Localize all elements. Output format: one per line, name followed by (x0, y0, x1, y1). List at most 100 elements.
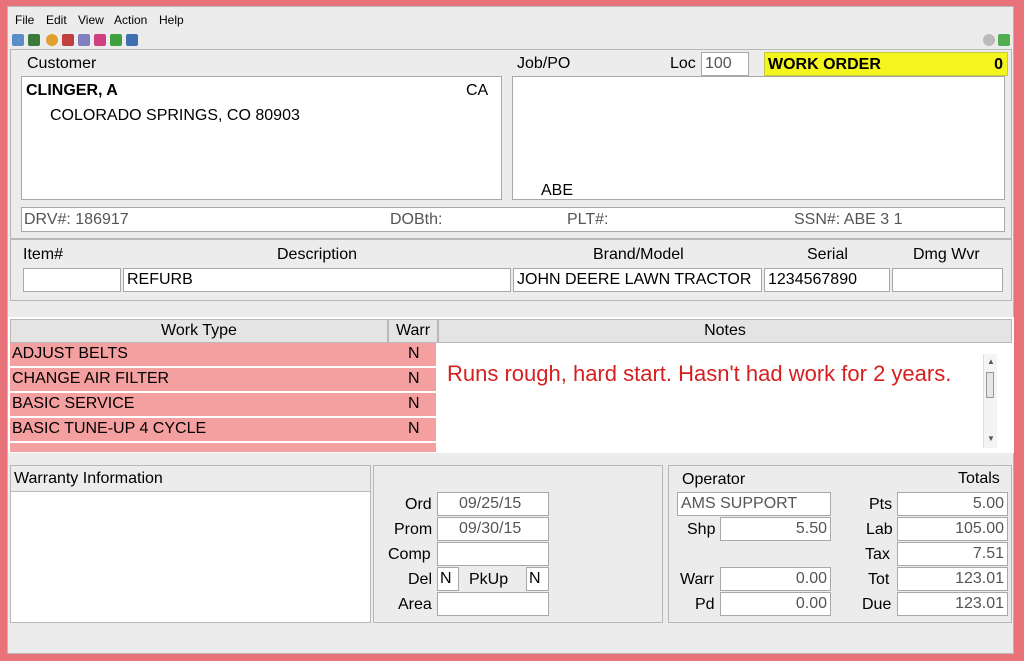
warr-label: Warr (680, 571, 715, 588)
work-type-row[interactable]: ADJUST BELTS N (10, 343, 436, 367)
work-type-row[interactable]: BASIC SERVICE N (10, 393, 436, 417)
scroll-down-icon[interactable]: ▼ (987, 434, 995, 443)
work-order-window: File Edit View Action Help Customer Job/… (7, 6, 1014, 654)
del-label: Del (408, 571, 433, 588)
work-type-name: CHANGE AIR FILTER (12, 370, 170, 387)
work-order-banner: WORK ORDER 0 (764, 52, 1008, 76)
stamp-icon[interactable] (94, 34, 106, 46)
gift-icon[interactable] (110, 34, 122, 46)
lab-label: Lab (866, 521, 893, 538)
pkup-label: PkUp (469, 571, 509, 588)
ord-label: Ord (405, 496, 432, 513)
comp-date-field[interactable] (437, 542, 549, 566)
work-type-name: ADJUST BELTS (12, 345, 128, 362)
chart-icon[interactable] (126, 34, 138, 46)
item-number-header: Item# (23, 246, 64, 263)
export-icon[interactable] (28, 34, 40, 46)
totals-panel: Operator Totals AMS SUPPORT Shp 5.50 War… (668, 465, 1012, 623)
dob-field: DOBth: (390, 211, 443, 228)
job-po-box[interactable]: ABE (512, 76, 1005, 200)
operator-field[interactable]: AMS SUPPORT (677, 492, 831, 516)
toolbar (8, 31, 1013, 49)
dmg-wvr-header: Dmg Wvr (913, 246, 980, 263)
area-field[interactable] (437, 592, 549, 616)
drv-number: DRV#: 186917 (24, 211, 129, 228)
work-type-warr: N (408, 370, 420, 387)
operator-label: Operator (682, 471, 746, 488)
notes-scrollbar[interactable]: ▲ ▼ (983, 354, 997, 448)
description-header: Description (277, 246, 358, 263)
work-order-number: 0 (994, 56, 1003, 73)
area-label: Area (398, 596, 432, 613)
menu-bar: File Edit View Action Help (8, 9, 1013, 31)
loc-field[interactable]: 100 (701, 52, 749, 76)
loc-label: Loc (670, 55, 696, 72)
arrow-up-icon[interactable] (998, 34, 1010, 46)
id-line: DRV#: 186917 DOBth: PLT#: SSN#: ABE 3 1 (21, 207, 1005, 232)
tax-label: Tax (865, 546, 890, 563)
ord-date-field[interactable]: 09/25/15 (437, 492, 549, 516)
person-icon[interactable] (46, 34, 58, 46)
brand-model-field[interactable]: JOHN DEERE LAWN TRACTOR (513, 268, 762, 292)
customer-address: COLORADO SPRINGS, CO 80903 (50, 107, 300, 124)
pkup-field[interactable]: N (526, 567, 549, 591)
work-type-warr: N (408, 345, 420, 362)
totals-label: Totals (958, 470, 1000, 487)
customer-label: Customer (27, 55, 97, 72)
shp-field[interactable]: 5.50 (720, 517, 831, 541)
pd-field[interactable]: 0.00 (720, 592, 831, 616)
plt-number: PLT#: (567, 211, 609, 228)
item-number-field[interactable] (23, 268, 121, 292)
refresh-icon[interactable] (983, 34, 995, 46)
new-icon[interactable] (12, 34, 24, 46)
checklist-icon[interactable] (78, 34, 90, 46)
warranty-panel: Warranty Information (10, 465, 371, 623)
description-field[interactable]: REFURB (123, 268, 511, 292)
scroll-thumb[interactable] (986, 372, 994, 398)
tot-label: Tot (868, 571, 890, 588)
due-field[interactable]: 123.01 (897, 592, 1008, 616)
dmg-wvr-field[interactable] (892, 268, 1003, 292)
work-order-label: WORK ORDER (768, 56, 881, 73)
serial-field[interactable]: 1234567890 (764, 268, 890, 292)
prom-label: Prom (394, 521, 433, 538)
scroll-up-icon[interactable]: ▲ (987, 357, 995, 366)
menu-file[interactable]: File (15, 13, 34, 27)
tot-field[interactable]: 123.01 (897, 567, 1008, 591)
ssn-number: SSN#: ABE 3 1 (794, 211, 903, 228)
work-type-row[interactable]: CHANGE AIR FILTER N (10, 368, 436, 392)
flag-icon[interactable] (62, 34, 74, 46)
item-panel: Item# Description Brand/Model Serial Dmg… (10, 239, 1012, 301)
lab-field[interactable]: 105.00 (897, 517, 1008, 541)
customer-box[interactable]: CLINGER, A CA COLORADO SPRINGS, CO 80903 (21, 76, 502, 200)
work-type-warr: N (408, 420, 420, 437)
job-po-label: Job/PO (517, 55, 571, 72)
pts-field[interactable]: 5.00 (897, 492, 1008, 516)
del-field[interactable]: N (437, 567, 459, 591)
work-type-row[interactable]: BASIC TUNE-UP 4 CYCLE N (10, 418, 436, 442)
notes-header: Notes (438, 319, 1012, 343)
work-type-name: BASIC SERVICE (12, 395, 135, 412)
menu-help[interactable]: Help (159, 13, 184, 27)
menu-edit[interactable]: Edit (46, 13, 67, 27)
warr-field[interactable]: 0.00 (720, 567, 831, 591)
menu-view[interactable]: View (78, 13, 104, 27)
notes-text[interactable]: Runs rough, hard start. Hasn't had work … (447, 357, 977, 390)
job-po-text: ABE (541, 182, 574, 199)
pts-label: Pts (869, 496, 893, 513)
shp-label: Shp (687, 521, 716, 538)
customer-name: CLINGER, A (26, 82, 118, 99)
warr-header: Warr (388, 319, 438, 343)
dates-panel: Ord 09/25/15 Prom 09/30/15 Comp Del N Pk… (373, 465, 663, 623)
work-type-row-partial[interactable] (10, 443, 436, 452)
work-type-warr: N (408, 395, 420, 412)
header-panel: Customer Job/PO Loc 100 WORK ORDER 0 CLI… (10, 49, 1012, 239)
brand-model-header: Brand/Model (593, 246, 684, 263)
tax-field[interactable]: 7.51 (897, 542, 1008, 566)
pd-label: Pd (695, 596, 715, 613)
serial-header: Serial (807, 246, 848, 263)
due-label: Due (862, 596, 892, 613)
menu-action[interactable]: Action (114, 13, 147, 27)
work-type-name: BASIC TUNE-UP 4 CYCLE (12, 420, 207, 437)
prom-date-field[interactable]: 09/30/15 (437, 517, 549, 541)
